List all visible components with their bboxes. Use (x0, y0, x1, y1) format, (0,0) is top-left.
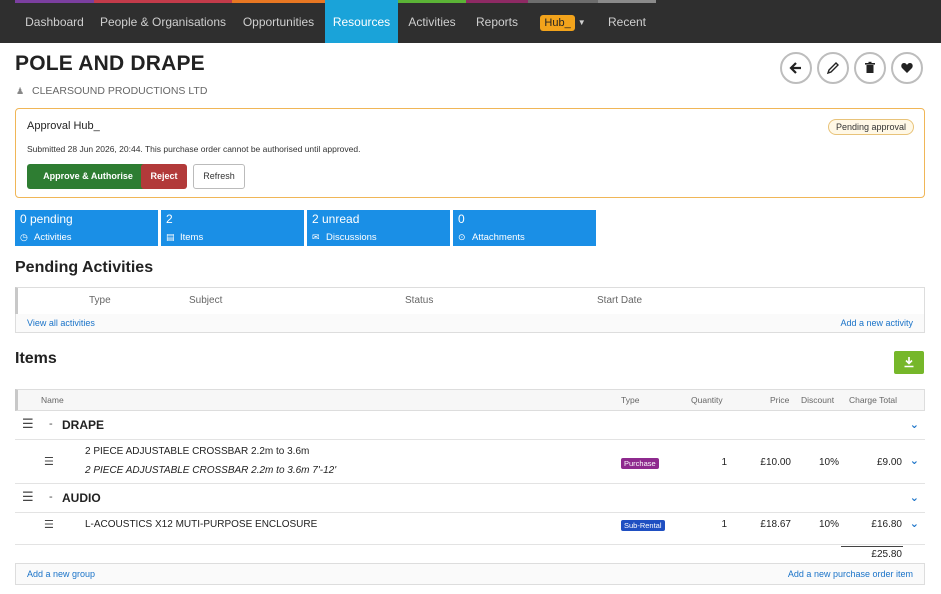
approval-panel: Approval Hub_ Pending approval Submitted… (15, 108, 925, 198)
drag-handle-icon[interactable]: ☰ (22, 416, 34, 432)
group-row-drape[interactable]: ☰ - DRAPE ⌄ (15, 412, 925, 440)
nav-hub[interactable]: Hub_ ▼ (528, 0, 598, 43)
activities-table-header: Type Subject Status Start Date (15, 287, 925, 315)
chevron-down-icon[interactable]: ⌄ (910, 454, 919, 467)
drag-handle-icon[interactable]: ☰ (44, 455, 54, 468)
nav-people-organisations[interactable]: People & Organisations (94, 0, 232, 43)
column-discount: Discount (801, 395, 835, 405)
list-icon: ▤ (166, 232, 175, 242)
favourite-button[interactable] (891, 52, 923, 84)
column-price: Price (770, 395, 790, 405)
person-icon: ♟ (16, 86, 25, 96)
delete-button[interactable] (854, 52, 886, 84)
approve-authorise-button[interactable]: Approve & Authorise (27, 164, 149, 189)
export-button[interactable] (894, 351, 924, 374)
items-heading: Items (15, 350, 57, 367)
nav-resources[interactable]: Resources (325, 0, 398, 43)
group-name: DRAPE (62, 418, 105, 432)
column-name: Name (41, 395, 64, 405)
hub-badge: Hub_ (540, 14, 575, 31)
stat-attachments[interactable]: 0 ⊙ Attachments (453, 210, 596, 246)
clock-icon: ◷ (20, 232, 28, 242)
type-badge: Purchase (621, 458, 659, 469)
collapse-toggle[interactable]: - (49, 418, 53, 430)
column-start-date: Start Date (597, 295, 643, 306)
nav-activities[interactable]: Activities (398, 0, 466, 43)
paperclip-icon: ⊙ (458, 232, 466, 242)
item-name: 2 PIECE ADJUSTABLE CROSSBAR 2.2m to 3.6m (85, 446, 310, 457)
group-row-audio[interactable]: ☰ - AUDIO ⌄ (15, 485, 925, 513)
item-quantity: 1 (721, 519, 727, 530)
nav-reports[interactable]: Reports (466, 0, 528, 43)
back-icon (789, 62, 801, 74)
add-new-group-link[interactable]: Add a new group (27, 569, 95, 579)
approval-message: Submitted 28 Jun 2026, 20:44. This purch… (27, 144, 361, 154)
column-type: Type (621, 395, 640, 405)
edit-button[interactable] (817, 52, 849, 84)
chevron-down-icon[interactable]: ⌄ (910, 517, 919, 530)
drag-handle-icon[interactable]: ☰ (44, 518, 54, 531)
activities-footer: View all activities Add a new activity (15, 314, 925, 333)
group-name: AUDIO (62, 491, 101, 505)
page-title: POLE AND DRAPE (15, 52, 205, 75)
download-icon (904, 357, 914, 368)
item-description: 2 PIECE ADJUSTABLE CROSSBAR 2.2m to 3.6m… (85, 465, 337, 476)
nav-opportunities[interactable]: Opportunities (232, 0, 325, 43)
edit-icon (826, 62, 839, 75)
chat-icon: ✉ (312, 232, 320, 242)
item-price: £18.67 (760, 519, 791, 530)
status-badge: Pending approval (827, 119, 914, 135)
stat-discussions[interactable]: 2 unread ✉ Discussions (307, 210, 450, 246)
collapse-toggle[interactable]: - (49, 491, 53, 503)
pending-activities-heading: Pending Activities (15, 259, 154, 276)
items-table-header: Name Type Quantity Price Discount Charge… (15, 389, 925, 411)
chevron-down-icon[interactable]: ⌄ (910, 418, 919, 431)
drag-handle-icon[interactable]: ☰ (22, 489, 34, 505)
stat-items[interactable]: 2 ▤ Items (161, 210, 304, 246)
item-total: £16.80 (871, 519, 902, 530)
approval-title: Approval Hub_ (27, 120, 100, 132)
stat-activities[interactable]: 0 pending ◷ Activities (15, 210, 158, 246)
item-price: £10.00 (760, 457, 791, 468)
organisation-name: CLEARSOUND PRODUCTIONS LTD (32, 85, 208, 97)
column-status: Status (405, 295, 434, 306)
item-quantity: 1 (721, 457, 727, 468)
add-new-purchase-order-item-link[interactable]: Add a new purchase order item (788, 569, 913, 579)
view-all-activities-link[interactable]: View all activities (27, 318, 95, 328)
column-quantity: Quantity (691, 395, 723, 405)
total-divider (841, 546, 903, 547)
chevron-down-icon[interactable]: ⌄ (910, 491, 919, 504)
chevron-down-icon: ▼ (577, 17, 586, 27)
items-footer: Add a new group Add a new purchase order… (15, 563, 925, 585)
delete-icon (865, 61, 875, 73)
top-navigation: Dashboard People & Organisations Opportu… (0, 0, 941, 43)
item-row[interactable]: ☰ L-ACOUSTICS X12 MUTI-PURPOSE ENCLOSURE… (15, 513, 925, 545)
item-discount: 10% (818, 519, 839, 530)
refresh-button[interactable]: Refresh (193, 164, 245, 189)
nav-recent[interactable]: Recent (598, 0, 656, 43)
grand-total: £25.80 (871, 549, 902, 560)
item-name: L-ACOUSTICS X12 MUTI-PURPOSE ENCLOSURE (85, 519, 318, 530)
add-new-activity-link[interactable]: Add a new activity (840, 318, 913, 328)
item-discount: 10% (818, 457, 839, 468)
organisation-link[interactable]: ♟ CLEARSOUND PRODUCTIONS LTD (16, 85, 207, 97)
heart-icon (901, 63, 913, 73)
column-subject: Subject (189, 295, 223, 306)
reject-button[interactable]: Reject (141, 164, 187, 189)
nav-dashboard[interactable]: Dashboard (15, 0, 94, 43)
column-charge-total: Charge Total (849, 395, 898, 405)
item-total: £9.00 (876, 457, 902, 468)
column-type: Type (89, 295, 111, 306)
item-row[interactable]: ☰ 2 PIECE ADJUSTABLE CROSSBAR 2.2m to 3.… (15, 440, 925, 484)
type-badge: Sub-Rental (621, 520, 665, 531)
back-button[interactable] (780, 52, 812, 84)
